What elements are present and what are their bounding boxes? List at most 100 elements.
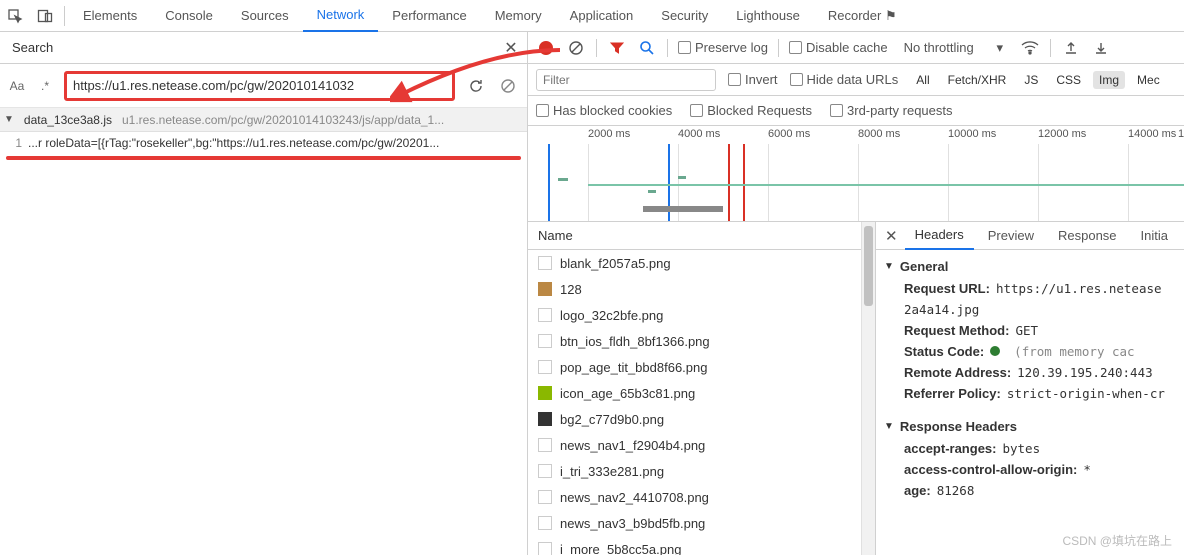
filter-input[interactable] [536,69,716,91]
detail-tab-initiator[interactable]: Initia [1131,222,1178,250]
general-section[interactable]: ▼General [876,254,1184,278]
name-column-header[interactable]: Name [528,222,861,250]
blocked-cookies-checkbox[interactable]: Has blocked cookies [536,103,672,118]
preserve-log-checkbox[interactable]: Preserve log [678,40,768,55]
device-toggle-icon[interactable] [30,0,60,32]
table-row[interactable]: btn_ios_fldh_8bf1366.png [528,328,861,354]
annotation-underline [6,156,521,160]
table-row[interactable]: bg2_c77d9b0.png [528,406,861,432]
tick-label: 6000 ms [768,128,810,140]
clear-icon[interactable] [497,75,519,97]
tick-label: 8000 ms [858,128,900,140]
tab-sources[interactable]: Sources [227,0,303,32]
request-method: Request Method:GET [876,320,1184,341]
request-detail: ✕ Headers Preview Response Initia ▼Gener… [876,222,1184,555]
request-list: Name blank_f2057a5.png 128 logo_32c2bfe.… [528,222,876,555]
search-title: Search [0,40,495,55]
tab-console[interactable]: Console [151,0,227,32]
record-button[interactable] [536,38,556,58]
type-css[interactable]: CSS [1050,71,1087,89]
table-row[interactable]: 128 [528,276,861,302]
tab-recorder[interactable]: Recorder ⚑ [814,0,911,32]
search-input[interactable] [73,78,446,93]
regex-toggle[interactable]: .* [36,79,54,93]
wifi-icon[interactable] [1020,38,1040,58]
status-code: Status Code:200(from memory cac [876,341,1184,362]
type-filter-bar: All Fetch/XHR JS CSS Img Mec [910,71,1165,89]
table-row[interactable]: pop_age_tit_bbd8f66.png [528,354,861,380]
table-row[interactable]: logo_32c2bfe.png [528,302,861,328]
type-js[interactable]: JS [1018,71,1044,89]
network-toolbar: Preserve log Disable cache No throttling… [528,32,1184,64]
tick-label: 12000 ms [1038,128,1086,140]
table-row[interactable]: news_nav2_4410708.png [528,484,861,510]
result-line-number: 1 [6,136,22,150]
detail-tab-response[interactable]: Response [1048,222,1127,250]
status-dot-icon [990,346,1000,356]
type-media[interactable]: Mec [1131,71,1166,89]
chevron-down-icon: ▼ [4,114,14,125]
tab-performance[interactable]: Performance [378,0,480,32]
result-line[interactable]: 1 ...r roleData=[{rTag:"rosekeller",bg:"… [0,132,527,154]
filter-row: Invert Hide data URLs All Fetch/XHR JS C… [528,64,1184,96]
table-row[interactable]: news_nav1_f2904b4.png [528,432,861,458]
tab-security[interactable]: Security [647,0,722,32]
age: age:81268 [876,480,1184,501]
network-timeline[interactable]: 2000 ms 4000 ms 6000 ms 8000 ms 10000 ms… [528,126,1184,222]
result-filename: data_13ce3a8.js [24,113,112,127]
request-url: Request URL:https://u1.res.netease [876,278,1184,299]
devtools-tabstrip: Elements Console Sources Network Perform… [0,0,1184,32]
type-img[interactable]: Img [1093,71,1125,89]
table-row[interactable]: news_nav3_b9bd5fb.png [528,510,861,536]
match-case-toggle[interactable]: Aa [8,79,26,93]
filter-icon[interactable] [607,38,627,58]
clear-button[interactable] [566,38,586,58]
accept-ranges: accept-ranges:bytes [876,438,1184,459]
result-filepath: u1.res.netease.com/pc/gw/20201014103243/… [122,113,527,127]
detail-tab-preview[interactable]: Preview [978,222,1044,250]
result-file-header[interactable]: ▼ data_13ce3a8.js u1.res.netease.com/pc/… [0,108,527,132]
tick-label: 10000 ms [948,128,996,140]
tick-label: 4000 ms [678,128,720,140]
watermark: CSDN @填坑在路上 [1062,532,1172,549]
request-url-line2: 2a4a14.jpg [876,299,1184,320]
type-fetch-xhr[interactable]: Fetch/XHR [942,71,1013,89]
throttling-select[interactable]: No throttling [898,40,980,55]
search-input-wrapper [64,71,455,101]
tab-memory[interactable]: Memory [481,0,556,32]
tick-label: 16 [1178,128,1184,140]
scrollbar[interactable] [861,222,875,555]
response-headers-section[interactable]: ▼Response Headers [876,414,1184,438]
tick-label: 2000 ms [588,128,630,140]
detail-tab-headers[interactable]: Headers [905,222,974,250]
filter-row-2: Has blocked cookies Blocked Requests 3rd… [528,96,1184,126]
tab-application[interactable]: Application [556,0,648,32]
third-party-checkbox[interactable]: 3rd-party requests [830,103,953,118]
close-detail-icon[interactable]: ✕ [882,227,901,245]
result-line-text: ...r roleData=[{rTag:"rosekeller",bg:"ht… [28,136,527,150]
tab-lighthouse[interactable]: Lighthouse [722,0,814,32]
acao: access-control-allow-origin:* [876,459,1184,480]
table-row[interactable]: i_more_5b8cc5a.png [528,536,861,555]
table-row[interactable]: blank_f2057a5.png [528,250,861,276]
table-row[interactable]: i_tri_333e281.png [528,458,861,484]
blocked-requests-checkbox[interactable]: Blocked Requests [690,103,812,118]
inspect-icon[interactable] [0,0,30,32]
tab-network[interactable]: Network [303,0,379,32]
upload-icon[interactable] [1061,38,1081,58]
invert-checkbox[interactable]: Invert [728,72,778,87]
type-all[interactable]: All [910,71,935,89]
search-icon[interactable] [637,38,657,58]
close-icon[interactable]: ✕ [495,32,527,64]
table-row[interactable]: icon_age_65b3c81.png [528,380,861,406]
remote-address: Remote Address:120.39.195.240:443 [876,362,1184,383]
refresh-icon[interactable] [465,75,487,97]
referrer-policy: Referrer Policy:strict-origin-when-cr [876,383,1184,404]
download-icon[interactable] [1091,38,1111,58]
chevron-down-icon[interactable]: ▾ [990,38,1010,58]
tab-elements[interactable]: Elements [69,0,151,32]
hide-data-urls-checkbox[interactable]: Hide data URLs [790,72,899,87]
search-panel: Search ✕ Aa .* ▼ data_13ce3a8.js u1.res.… [0,32,528,555]
tick-label: 14000 ms [1128,128,1176,140]
disable-cache-checkbox[interactable]: Disable cache [789,40,888,55]
